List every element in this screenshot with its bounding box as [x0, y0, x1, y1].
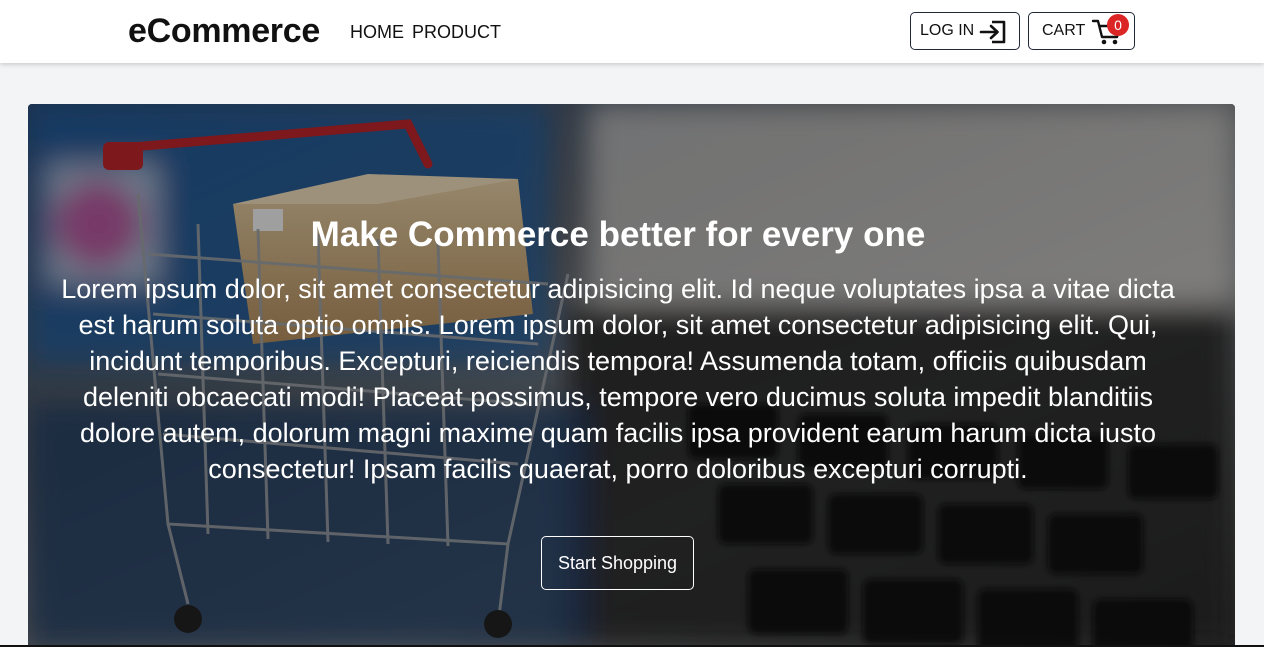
login-arrow-icon [979, 20, 1006, 44]
hero-banner: Make Commerce better for every one Lorem… [28, 104, 1235, 647]
brand-logo[interactable]: eCommerce [128, 11, 320, 51]
nav-link-product[interactable]: PRODUCT [412, 21, 501, 43]
navbar: eCommerce HOME PRODUCT LOG IN CART 0 [0, 0, 1264, 63]
start-shopping-button[interactable]: Start Shopping [541, 536, 694, 590]
login-button[interactable]: LOG IN [910, 12, 1020, 50]
nav-links: HOME PRODUCT [350, 21, 501, 43]
cart-button[interactable]: CART 0 [1028, 12, 1135, 50]
cart-label: CART [1042, 22, 1086, 39]
cart-count-badge: 0 [1107, 14, 1129, 36]
hero-title: Make Commerce better for every one [310, 215, 926, 254]
nav-link-home[interactable]: HOME [350, 21, 404, 43]
login-label: LOG IN [920, 22, 975, 39]
hero-description: Lorem ipsum dolor, sit amet consectetur … [61, 274, 1175, 484]
